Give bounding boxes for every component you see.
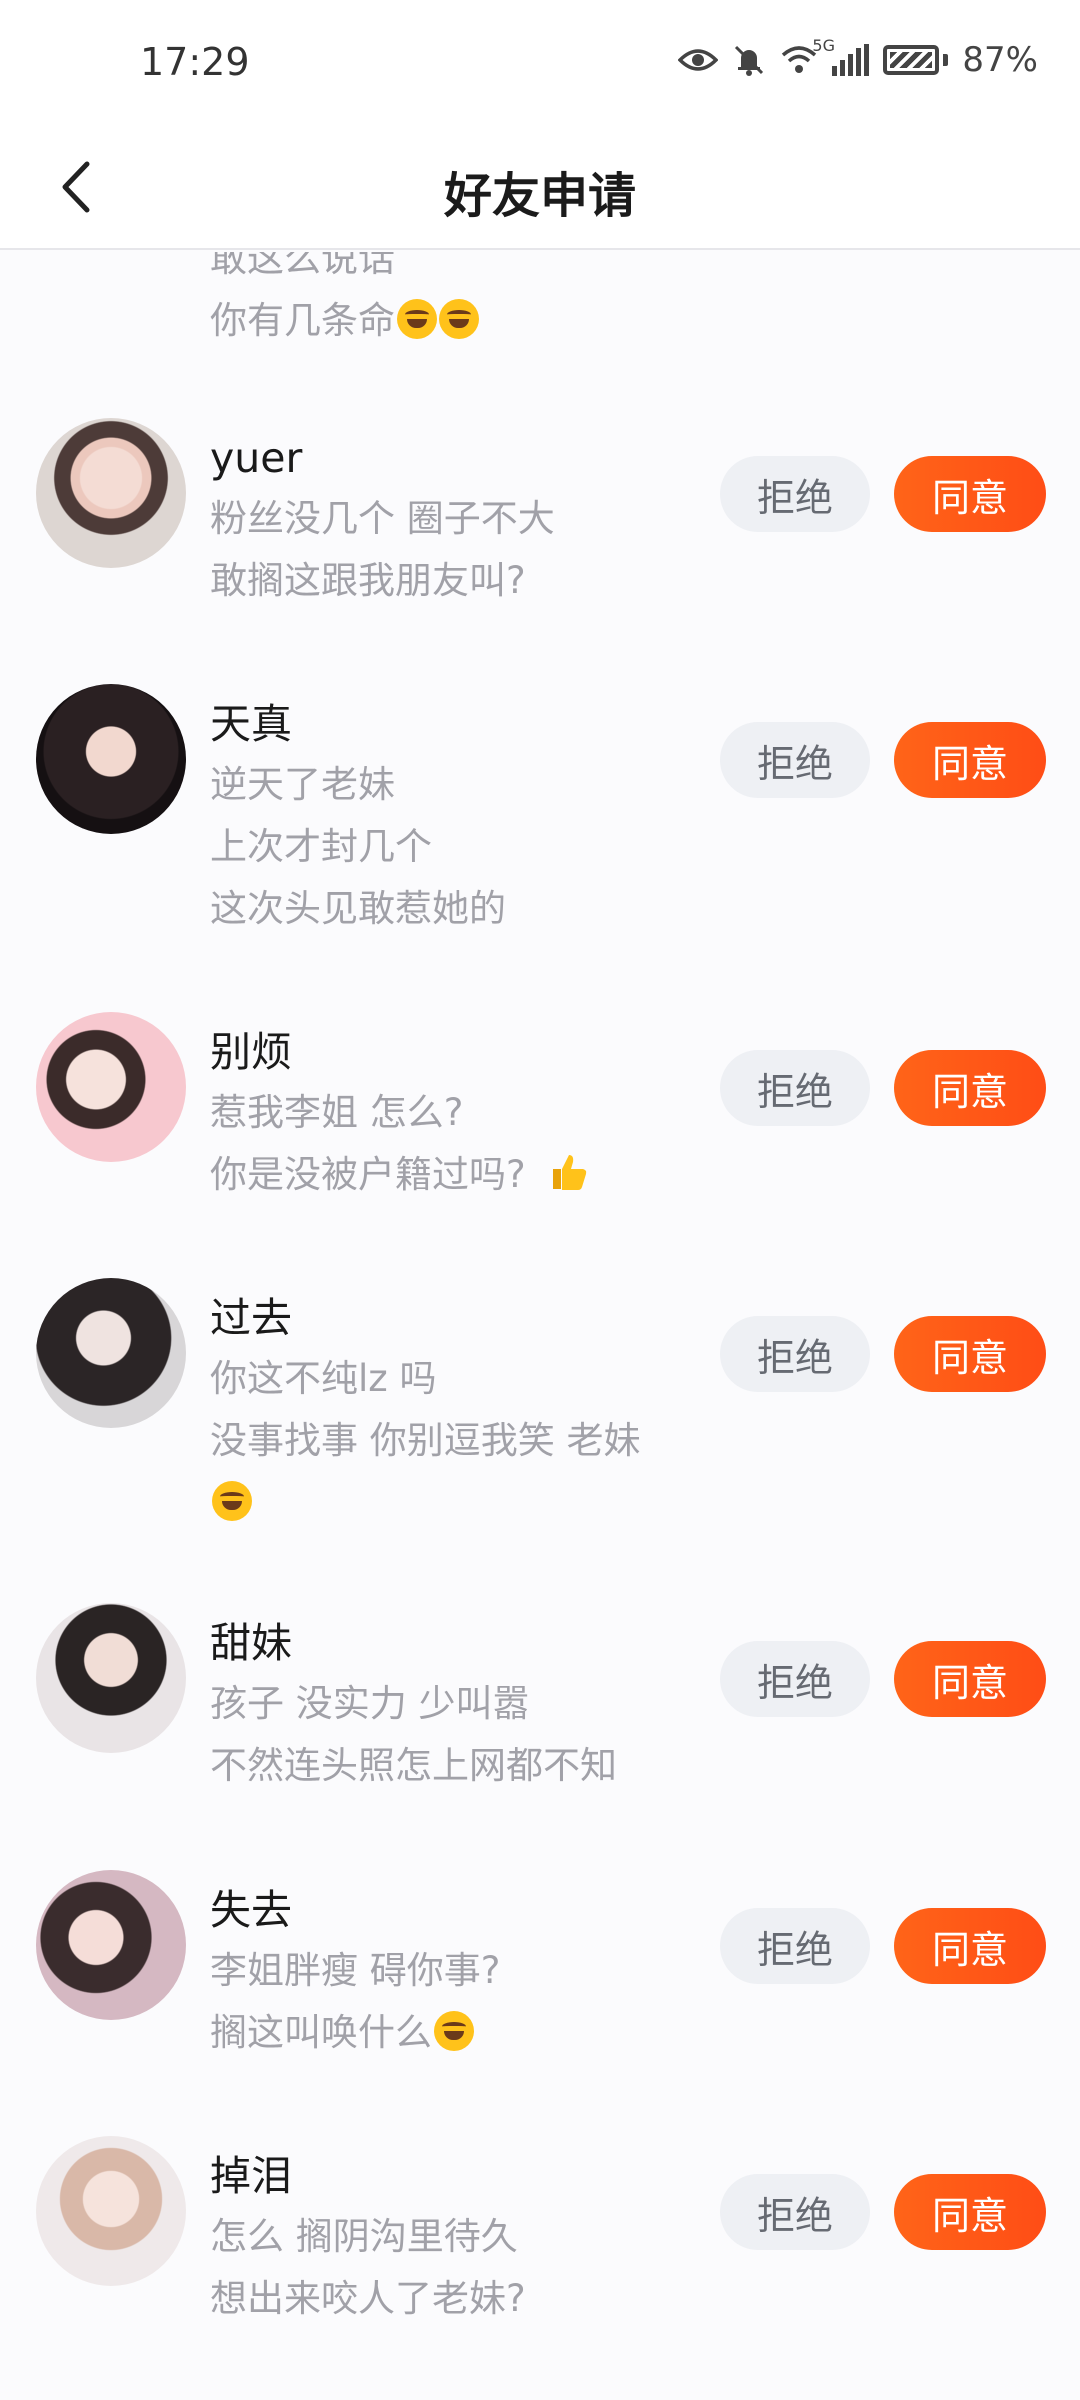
avatar[interactable] bbox=[36, 1012, 186, 1162]
status-time: 17:29 bbox=[140, 40, 250, 84]
battery-fill bbox=[890, 52, 933, 68]
message-line: 敢这么说话 bbox=[210, 252, 395, 280]
status-bar: 17:29 5G 87% bbox=[0, 0, 1080, 130]
message-text: 搁这叫唤什么 bbox=[210, 2011, 432, 2054]
requester-name: 过去 bbox=[210, 1294, 292, 1342]
message-line: 惹我李姐 怎么? bbox=[210, 1091, 464, 1134]
message-line: 没事找事 你别逗我笑 老妹 bbox=[210, 1419, 641, 1462]
page-title: 好友申请 bbox=[443, 168, 636, 224]
reject-button[interactable]: 拒绝 bbox=[720, 1908, 870, 1984]
laughing-emoji-icon bbox=[212, 1481, 252, 1521]
message-line: 你有几条命 bbox=[0, 290, 1080, 352]
message-line: 搁这叫唤什么 bbox=[210, 2002, 690, 2064]
header: 好友申请 bbox=[0, 130, 1080, 250]
battery-icon bbox=[883, 45, 949, 75]
list-item: 敢这么说话 你有几条命 bbox=[0, 252, 1080, 352]
message-line: 敢搁这跟我朋友叫? bbox=[210, 559, 526, 602]
laughing-emoji-icon bbox=[434, 2011, 474, 2051]
message-line: 逆天了老妹 bbox=[210, 763, 395, 806]
requester-name: 甜妹 bbox=[210, 1619, 292, 1667]
accept-button[interactable]: 同意 bbox=[894, 1050, 1046, 1126]
reject-button[interactable]: 拒绝 bbox=[720, 1050, 870, 1126]
requester-name: yuer bbox=[210, 434, 303, 482]
requester-name: 天真 bbox=[210, 700, 292, 748]
avatar[interactable] bbox=[36, 2136, 186, 2286]
accept-button[interactable]: 同意 bbox=[894, 722, 1046, 798]
battery-percent: 87% bbox=[962, 40, 1038, 80]
message-line: 你这不纯lz 吗 bbox=[210, 1357, 437, 1400]
reject-button[interactable]: 拒绝 bbox=[720, 2174, 870, 2250]
message-line: 不然连头照怎上网都不知 bbox=[210, 1744, 617, 1787]
avatar[interactable] bbox=[36, 684, 186, 834]
reject-button[interactable]: 拒绝 bbox=[720, 1316, 870, 1392]
message-line: 你是没被户籍过吗? bbox=[210, 1144, 690, 1206]
message-line: 上次才封几个 bbox=[210, 825, 432, 868]
laughing-emoji-icon bbox=[439, 299, 479, 339]
requester-name: 别烦 bbox=[210, 1028, 292, 1076]
reject-button[interactable]: 拒绝 bbox=[720, 1641, 870, 1717]
requester-name: 掉泪 bbox=[210, 2152, 292, 2200]
signal-icon: 5G bbox=[812, 36, 870, 76]
bell-muted-icon bbox=[732, 43, 766, 77]
message-line: 怎么 搁阴沟里待久 bbox=[210, 2215, 518, 2258]
network-type: 5G bbox=[812, 36, 835, 55]
status-icons: 5G 87% bbox=[678, 36, 1038, 80]
accept-button[interactable]: 同意 bbox=[894, 1641, 1046, 1717]
accept-button[interactable]: 同意 bbox=[894, 1908, 1046, 1984]
accept-button[interactable]: 同意 bbox=[894, 1316, 1046, 1392]
eye-icon bbox=[678, 46, 719, 74]
laughing-emoji-icon bbox=[397, 299, 437, 339]
avatar[interactable] bbox=[36, 1278, 186, 1428]
message-line bbox=[210, 1472, 690, 1534]
avatar[interactable] bbox=[36, 1603, 186, 1753]
message-line: 李姐胖瘦 碍你事? bbox=[210, 1949, 501, 1992]
accept-button[interactable]: 同意 bbox=[894, 456, 1046, 532]
avatar[interactable] bbox=[36, 418, 186, 568]
message-line: 想出来咬人了老妹? bbox=[210, 2277, 526, 2320]
message-line: 孩子 没实力 少叫嚣 bbox=[210, 1682, 530, 1725]
requester-name: 失去 bbox=[210, 1886, 292, 1934]
friend-request-list[interactable]: 敢这么说话 你有几条命 yuer 粉丝没几个 圈子不大 敢搁这跟我朋友叫? 拒绝… bbox=[0, 252, 1080, 2400]
reject-button[interactable]: 拒绝 bbox=[720, 456, 870, 532]
message-line: 粉丝没几个 圈子不大 bbox=[210, 497, 555, 540]
thumbs-up-emoji-icon bbox=[553, 1155, 587, 1190]
message-text: 你是没被户籍过吗? bbox=[210, 1153, 538, 1196]
avatar[interactable] bbox=[36, 1870, 186, 2020]
message-line: 这次头见敢惹她的 bbox=[210, 887, 506, 930]
reject-button[interactable]: 拒绝 bbox=[720, 722, 870, 798]
accept-button[interactable]: 同意 bbox=[894, 2174, 1046, 2250]
message-text: 你有几条命 bbox=[210, 299, 395, 342]
